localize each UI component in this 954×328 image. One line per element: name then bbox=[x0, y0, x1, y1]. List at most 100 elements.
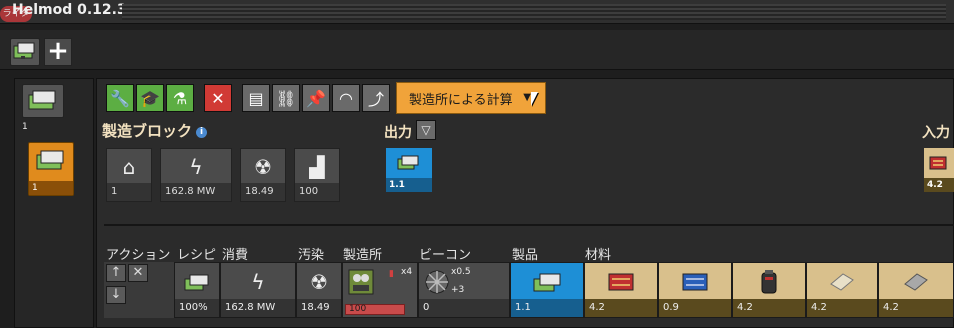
document-icon: ▤ bbox=[248, 88, 264, 108]
output-value: 1.1 bbox=[386, 178, 432, 192]
circuit-icon bbox=[924, 148, 954, 178]
summary-value: 162.8 MW bbox=[161, 183, 231, 201]
output-heading: 出力 bbox=[384, 122, 412, 142]
pollution-icon: ☢ bbox=[254, 155, 272, 179]
building-icon: ▟ bbox=[309, 155, 325, 179]
beacon-value: 0 bbox=[419, 299, 509, 317]
summary-value: 100 bbox=[295, 183, 339, 201]
section-divider bbox=[104, 224, 954, 226]
delete-button[interactable]: ✕ bbox=[204, 84, 232, 112]
wrench-icon: 🔧 bbox=[110, 88, 130, 108]
material-cell[interactable]: 4.2 bbox=[732, 262, 806, 318]
header-product: 製品 bbox=[512, 248, 539, 263]
advanced-circuit-icon bbox=[585, 263, 657, 301]
drag-handle[interactable] bbox=[122, 4, 946, 20]
lightning-icon: ϟ bbox=[251, 270, 265, 294]
summary-card-factory[interactable]: ⌂ 1 bbox=[106, 148, 152, 202]
steel-plate-icon bbox=[879, 263, 953, 301]
beacon-speed: x0.5 bbox=[451, 267, 471, 277]
add-tab-button[interactable]: + bbox=[44, 38, 72, 66]
pin-button[interactable]: 📌 bbox=[302, 84, 330, 112]
beacon-cell[interactable]: x0.5 +3 0 bbox=[418, 262, 510, 318]
material-cell[interactable]: 4.2 bbox=[806, 262, 878, 318]
material-cell[interactable]: 4.2 bbox=[878, 262, 954, 318]
arrow-up-icon: ↑ bbox=[110, 265, 122, 280]
pollution-value: 18.49 bbox=[297, 299, 341, 317]
selected-count: 1 bbox=[29, 181, 73, 195]
header-recipe: レシピ bbox=[177, 248, 217, 263]
link-button[interactable]: ⛓ bbox=[272, 84, 300, 112]
wrench-button[interactable]: 🔧 bbox=[106, 84, 134, 112]
remove-row-button[interactable]: ✕ bbox=[128, 264, 148, 282]
summary-card-pollution[interactable]: ☢ 18.49 bbox=[240, 148, 286, 202]
calculation-mode-label: 製造所による計算 bbox=[409, 92, 513, 108]
lightning-icon: ϟ bbox=[189, 155, 203, 179]
calculation-mode-dropdown[interactable]: 製造所による計算 ▼ bbox=[396, 82, 546, 114]
mouse-cursor-icon bbox=[531, 92, 538, 106]
window-titlebar[interactable]: ライタ Helmod 0.12.3 bbox=[0, 0, 954, 24]
module-icon bbox=[28, 90, 56, 110]
filter-button[interactable]: ▽ bbox=[416, 120, 436, 140]
plastic-bar-icon bbox=[807, 263, 877, 301]
input-heading: 入力 bbox=[922, 122, 950, 142]
material-value: 4.2 bbox=[807, 299, 877, 317]
product-value: 1.1 bbox=[511, 299, 583, 317]
speed-button[interactable]: ◠ bbox=[332, 84, 360, 112]
export-icon: ⤴ bbox=[367, 90, 384, 109]
move-up-button[interactable]: ↑ bbox=[106, 264, 126, 282]
output-heading-label: 出力 bbox=[384, 125, 412, 141]
header-consumption: 消費 bbox=[222, 248, 249, 263]
material-value: 4.2 bbox=[879, 299, 953, 317]
consumption-value: 162.8 MW bbox=[221, 299, 295, 317]
pin-icon: 📌 bbox=[306, 88, 326, 108]
header-pollution: 汚染 bbox=[298, 248, 325, 263]
recipe-cell[interactable]: 100% bbox=[174, 262, 220, 318]
material-value: 4.2 bbox=[585, 299, 657, 317]
product-cell[interactable]: 1.1 bbox=[510, 262, 584, 318]
chevron-down-icon: ▼ bbox=[523, 92, 531, 103]
consumption-cell: ϟ 162.8 MW bbox=[220, 262, 296, 318]
input-ingredient[interactable]: 4.2 bbox=[924, 148, 954, 192]
move-down-button[interactable]: ↓ bbox=[106, 286, 126, 304]
pollution-icon: ☢ bbox=[310, 270, 328, 294]
summary-value: 1 bbox=[107, 183, 151, 201]
material-value: 4.2 bbox=[733, 299, 805, 317]
block-heading: 製造ブロック i bbox=[102, 120, 208, 141]
material-cell[interactable]: 4.2 bbox=[584, 262, 658, 318]
module-icon bbox=[36, 150, 64, 170]
header-action: アクション bbox=[106, 248, 171, 263]
export-button[interactable]: ⤴ bbox=[362, 84, 390, 112]
filter-icon: ▽ bbox=[421, 123, 431, 137]
module-slot-icon: ▮ bbox=[389, 269, 394, 279]
material-cell[interactable]: 0.9 bbox=[658, 262, 732, 318]
block-list-item-selected[interactable]: 1 bbox=[28, 142, 74, 196]
block-list-item[interactable] bbox=[22, 84, 64, 118]
factory-count: x4 bbox=[401, 267, 413, 277]
block-count: 1 bbox=[22, 122, 28, 132]
window-title: Helmod 0.12.3 bbox=[12, 2, 127, 18]
summary-card-power[interactable]: ϟ 162.8 MW bbox=[160, 148, 232, 202]
module-icon bbox=[511, 263, 583, 301]
block-heading-label: 製造ブロック bbox=[102, 122, 193, 140]
battery-icon bbox=[733, 263, 805, 301]
graduation-cap-icon: 🎓 bbox=[140, 88, 160, 108]
header-factory: 製造所 bbox=[343, 248, 383, 263]
output-product[interactable]: 1.1 bbox=[386, 148, 432, 192]
module-icon bbox=[13, 42, 35, 59]
summary-card-building[interactable]: ▟ 100 bbox=[294, 148, 340, 202]
education-button[interactable]: 🎓 bbox=[136, 84, 164, 112]
header-materials: 材料 bbox=[585, 248, 612, 263]
factory-smoke-icon: ⚗ bbox=[172, 88, 188, 108]
arrow-down-icon: ↓ bbox=[110, 287, 122, 302]
tab-bar bbox=[0, 30, 954, 70]
pollution-cell: ☢ 18.49 bbox=[296, 262, 342, 318]
module-icon bbox=[175, 263, 219, 301]
document-button[interactable]: ▤ bbox=[242, 84, 270, 112]
tab-block-module[interactable] bbox=[10, 38, 40, 66]
input-value: 4.2 bbox=[924, 178, 954, 192]
pollution-button[interactable]: ⚗ bbox=[166, 84, 194, 112]
factory-home-icon: ⌂ bbox=[122, 155, 136, 179]
recipe-percentage: 100% bbox=[175, 299, 219, 317]
close-icon: ✕ bbox=[211, 88, 225, 108]
info-icon[interactable]: i bbox=[196, 127, 208, 138]
